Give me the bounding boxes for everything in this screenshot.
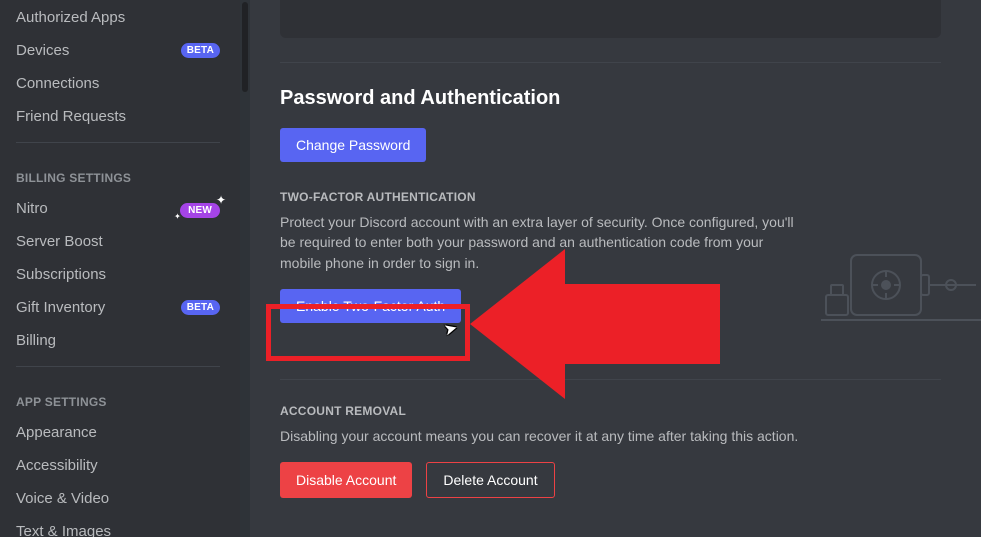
sidebar-item-appearance[interactable]: Appearance [6, 417, 230, 448]
sidebar-item-label: Subscriptions [16, 266, 106, 283]
safe-illustration-icon [821, 245, 981, 335]
new-badge-wrap: ✦ NEW ✦ [180, 200, 220, 217]
profile-card-bottom [280, 0, 941, 38]
sidebar-item-friend-requests[interactable]: Friend Requests [6, 101, 230, 132]
disable-account-button[interactable]: Disable Account [280, 462, 412, 498]
sidebar-item-authorized-apps[interactable]: Authorized Apps [6, 2, 230, 33]
sidebar-item-label: Billing [16, 332, 56, 349]
beta-badge: BETA [181, 300, 220, 315]
sidebar-item-billing[interactable]: Billing [6, 325, 230, 356]
sidebar-item-label: Devices [16, 42, 69, 59]
sidebar-item-nitro[interactable]: Nitro ✦ NEW ✦ [6, 193, 230, 224]
sidebar-item-label: Friend Requests [16, 108, 126, 125]
sidebar-item-text-images[interactable]: Text & Images [6, 516, 230, 537]
settings-sidebar: Authorized Apps Devices BETA Connections… [0, 0, 240, 537]
sidebar-item-label: Connections [16, 75, 99, 92]
sidebar-category-billing: BILLING SETTINGS [6, 153, 230, 191]
sidebar-item-voice-video[interactable]: Voice & Video [6, 483, 230, 514]
account-removal-header: ACCOUNT REMOVAL [280, 404, 941, 418]
sidebar-item-label: Voice & Video [16, 490, 109, 507]
scrollbar[interactable] [240, 0, 250, 537]
sidebar-item-label: Server Boost [16, 233, 103, 250]
password-auth-title: Password and Authentication [280, 87, 941, 110]
two-factor-header: TWO-FACTOR AUTHENTICATION [280, 190, 941, 204]
sidebar-item-gift-inventory[interactable]: Gift Inventory BETA [6, 292, 230, 323]
section-divider [280, 62, 941, 63]
sidebar-item-label: Gift Inventory [16, 299, 105, 316]
sidebar-divider [16, 142, 220, 143]
sidebar-category-app: APP SETTINGS [6, 377, 230, 415]
sidebar-item-label: Appearance [16, 424, 97, 441]
main-content: Password and Authentication Change Passw… [240, 0, 981, 537]
new-badge: NEW [180, 203, 220, 218]
two-factor-description: Protect your Discord account with an ext… [280, 212, 800, 273]
section-divider [280, 379, 941, 380]
sidebar-item-devices[interactable]: Devices BETA [6, 35, 230, 66]
account-removal-buttons: Disable Account Delete Account [280, 462, 941, 498]
sparkle-icon: ✦ [216, 194, 226, 204]
account-removal-description: Disabling your account means you can rec… [280, 426, 800, 446]
sidebar-item-subscriptions[interactable]: Subscriptions [6, 259, 230, 290]
sidebar-item-label: Text & Images [16, 523, 111, 537]
sidebar-item-server-boost[interactable]: Server Boost [6, 226, 230, 257]
sidebar-item-connections[interactable]: Connections [6, 68, 230, 99]
sidebar-item-label: Nitro [16, 200, 48, 217]
change-password-button[interactable]: Change Password [280, 128, 426, 162]
sidebar-divider [16, 366, 220, 367]
sidebar-item-accessibility[interactable]: Accessibility [6, 450, 230, 481]
enable-two-factor-button[interactable]: Enable Two-Factor Auth [280, 289, 461, 323]
beta-badge: BETA [181, 43, 220, 58]
sparkle-icon: ✦ [174, 213, 184, 223]
sidebar-item-label: Accessibility [16, 457, 98, 474]
sidebar-item-label: Authorized Apps [16, 9, 125, 26]
delete-account-button[interactable]: Delete Account [426, 462, 554, 498]
